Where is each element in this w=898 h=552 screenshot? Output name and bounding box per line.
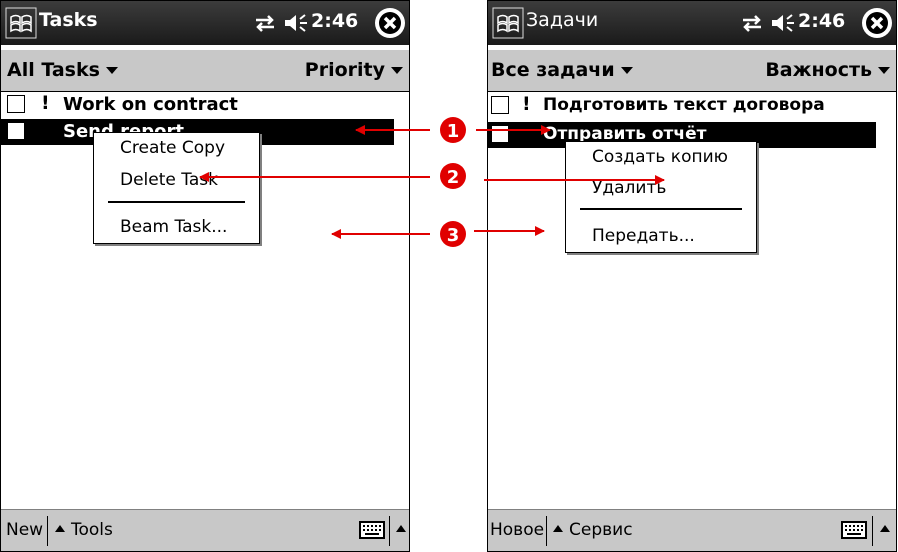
callout-number: 1 [447,121,460,142]
callout-number: 3 [447,225,460,246]
callout-overlay: 1 2 3 [199,117,665,247]
callout-number: 2 [447,167,460,188]
